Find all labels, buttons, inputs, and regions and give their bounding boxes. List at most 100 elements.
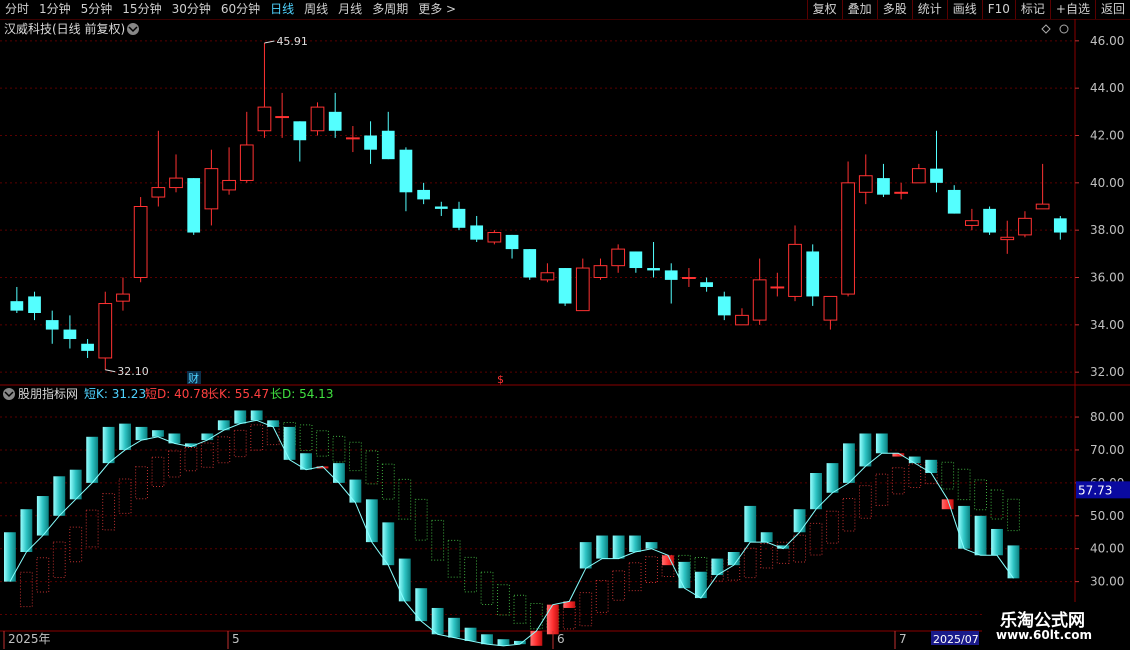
low-label: 32.10 <box>117 365 149 378</box>
short-kd-bar-17 <box>283 426 296 460</box>
tool-button-1[interactable]: 叠加 <box>841 0 877 19</box>
watermark-url: www.60lt.com <box>996 628 1093 642</box>
tool-buttons: 复权 叠加 多股 统计 画线 F10 标记 +自选 返回 <box>806 0 1130 19</box>
short-kd-bar-15 <box>250 410 263 421</box>
long-kd-box-14 <box>233 429 247 458</box>
period-tab-2[interactable]: 5分钟 <box>76 0 118 19</box>
long-kd-box-29 <box>480 571 494 605</box>
candle-body-5 <box>98 303 113 359</box>
date-label-1: 5 <box>232 632 240 646</box>
period-tab-9[interactable]: 多周期 <box>367 0 413 19</box>
candle-body-16 <box>293 121 307 141</box>
stock-chart[interactable]: 32.00 34.00 36.00 38.00 40.00 42.00 44.00 46.00… <box>0 19 1130 650</box>
long-kd-box-13 <box>217 436 231 464</box>
candle-body-49 <box>877 178 890 195</box>
period-tab-7[interactable]: 周线 <box>299 0 333 19</box>
candle-body-0 <box>10 301 24 311</box>
candle-body-31 <box>558 268 572 304</box>
ind-tick-label-5: 70.00 <box>1090 443 1124 457</box>
short-kd-bar-9 <box>152 430 164 437</box>
tool-button-6[interactable]: 标记 <box>1014 0 1050 19</box>
short-kd-bar-8 <box>135 426 148 441</box>
candle-body-29 <box>523 249 537 278</box>
short-kd-bar-55 <box>908 456 921 464</box>
short-kd-bar-38 <box>629 535 642 552</box>
date-label-0: 2025年 <box>8 632 51 646</box>
short-kd-bar-21 <box>349 479 362 503</box>
period-tab-5[interactable]: 60分钟 <box>216 0 265 19</box>
candle-body-6 <box>116 293 130 302</box>
long-kd-box-22 <box>365 450 379 485</box>
tool-button-8[interactable]: 返回 <box>1094 0 1130 19</box>
long-kd-box-18 <box>299 424 313 452</box>
candle-body-19 <box>346 137 360 140</box>
main-tick-label-6: 44.00 <box>1090 81 1124 95</box>
candle-body-28 <box>505 234 519 250</box>
candle-body-12 <box>222 179 236 191</box>
candle-body-34 <box>611 248 626 267</box>
tool-button-4[interactable]: 画线 <box>946 0 982 19</box>
candle-body-43 <box>770 286 785 289</box>
candle-body-24 <box>434 206 448 209</box>
short-kd-bar-16 <box>267 420 280 427</box>
dividend-marker: $ <box>497 373 504 386</box>
low-pointer <box>105 369 116 373</box>
candle-body-59 <box>1053 218 1067 233</box>
long-kd-box-28 <box>464 556 477 593</box>
short-kd-bar-2 <box>36 496 49 536</box>
tool-button-5[interactable]: F10 <box>981 0 1015 19</box>
long-kd-box-54 <box>891 467 905 495</box>
long-kd-box-24 <box>398 478 412 520</box>
ind-name: 股朋指标网 <box>18 386 78 401</box>
long-kd-box-19 <box>316 430 329 457</box>
tool-button-2[interactable]: 多股 <box>876 0 912 19</box>
long-kd-box-6 <box>102 493 116 531</box>
ind-tick-label-1: 30.00 <box>1090 575 1124 589</box>
short-k-label: 短K: 31.23 <box>84 387 146 401</box>
candle-body-9 <box>169 177 183 189</box>
period-tab-6[interactable]: 日线 <box>265 0 299 19</box>
short-kd-bar-59 <box>974 515 987 556</box>
short-kd-bar-1 <box>20 509 33 552</box>
candle-body-13 <box>239 144 254 181</box>
period-tab-3[interactable]: 15分钟 <box>117 0 166 19</box>
short-kd-bar-53 <box>875 433 888 454</box>
long-kd-box-3 <box>52 541 66 578</box>
long-kd-box-39 <box>645 556 658 584</box>
candle-body-42 <box>752 279 767 321</box>
long-kd-box-31 <box>513 594 527 624</box>
long-kd-box-20 <box>332 435 346 463</box>
long-kd-box-57 <box>941 461 955 490</box>
period-tab-0[interactable]: 分时 <box>0 0 34 19</box>
short-kd-bar-22 <box>365 499 378 543</box>
main-tick-label-2: 36.00 <box>1090 271 1124 285</box>
short-kd-bar-35 <box>579 542 592 569</box>
period-tab-4[interactable]: 30分钟 <box>167 0 216 19</box>
candle-body-54 <box>965 220 979 226</box>
long-kd-box-12 <box>200 442 214 468</box>
watermark: 乐淘公式网 www.60lt.com <box>982 602 1130 650</box>
short-kd-bar-45 <box>744 505 757 543</box>
short-kd-bar-28 <box>464 627 477 641</box>
short-kd-bar-30 <box>497 639 510 646</box>
long-k-label: 长K: 55.47 <box>207 387 269 401</box>
short-kd-bar-6 <box>102 426 115 464</box>
candle-body-1 <box>28 296 41 313</box>
period-tab-10[interactable]: 更多 > <box>413 0 461 19</box>
period-tab-8[interactable]: 月线 <box>333 0 367 19</box>
period-tab-1[interactable]: 1分钟 <box>34 0 76 19</box>
long-kd-box-4 <box>69 526 83 563</box>
tool-button-3[interactable]: 统计 <box>911 0 947 19</box>
short-kd-bar-58 <box>958 505 971 549</box>
current-value: 57.73 <box>1078 483 1112 497</box>
tool-button-0[interactable]: 复权 <box>806 0 842 19</box>
long-kd-box-45 <box>743 547 757 579</box>
candle-body-48 <box>858 175 873 193</box>
short-kd-bar-32 <box>530 631 543 646</box>
tool-button-7[interactable]: +自选 <box>1049 0 1095 19</box>
short-kd-bar-50 <box>826 463 839 493</box>
long-kd-box-27 <box>447 539 461 578</box>
long-kd-box-21 <box>348 441 362 472</box>
candle-body-10 <box>187 178 201 233</box>
main-tick-label-3: 38.00 <box>1090 223 1124 237</box>
